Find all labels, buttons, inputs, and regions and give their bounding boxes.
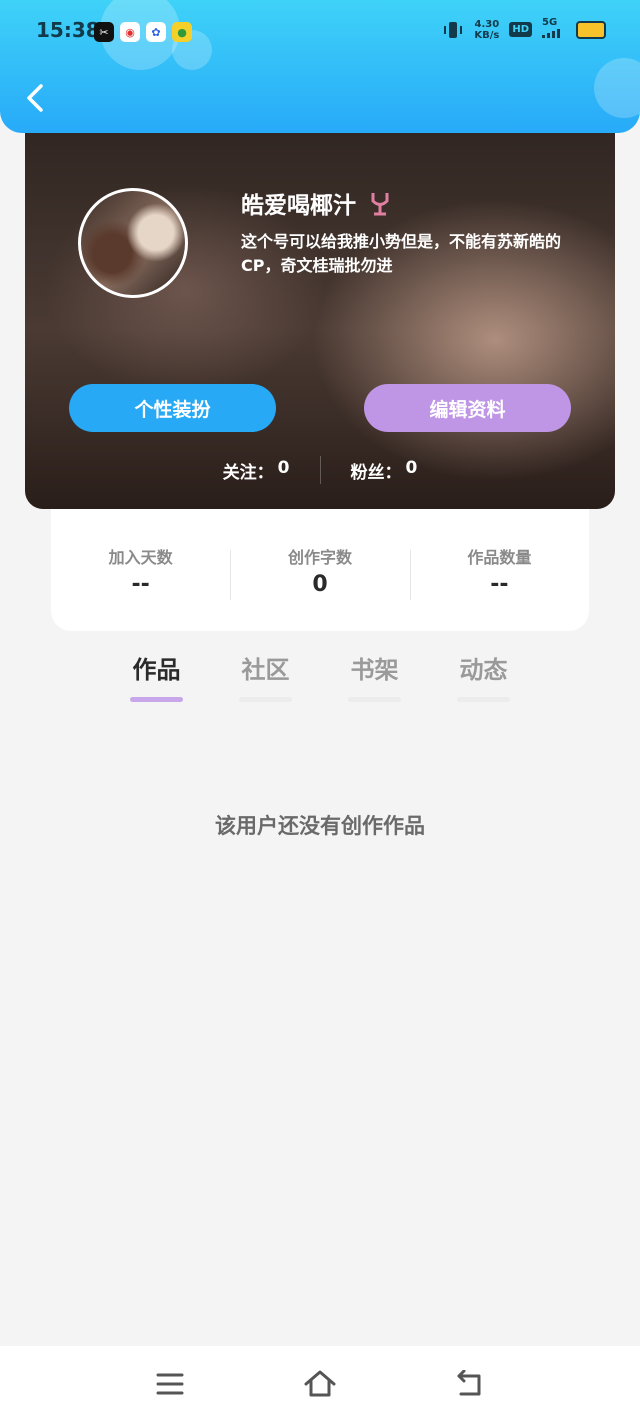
- back-button[interactable]: [20, 80, 50, 116]
- system-nav-bar: [0, 1346, 640, 1422]
- chevron-left-icon: [27, 84, 43, 112]
- username-row: 皓爱喝椰汁: [241, 186, 390, 220]
- following-count[interactable]: 关注： 0: [223, 458, 290, 483]
- capcut-app-icon: ✂: [94, 22, 114, 42]
- vibrate-icon: [444, 21, 463, 38]
- home-button[interactable]: [300, 1364, 340, 1404]
- dress-up-button[interactable]: 个性装扮: [69, 384, 276, 432]
- status-app-icons: ✂ ◉ ✿ ●: [94, 22, 192, 42]
- empty-state-message: 该用户还没有创作作品: [215, 814, 425, 838]
- follow-stats: 关注： 0 粉丝： 0: [25, 456, 615, 484]
- gender-badge-icon: [371, 193, 389, 216]
- signal-icon: 5G: [542, 18, 566, 41]
- baidu-app-icon: ✿: [146, 22, 166, 42]
- home-icon: [304, 1370, 336, 1397]
- username: 皓爱喝椰汁: [241, 193, 356, 219]
- stat-works-count: 作品数量 --: [409, 544, 589, 600]
- stat-join-days: 加入天数 --: [108, 547, 173, 597]
- tab-activity[interactable]: 动态: [457, 650, 510, 702]
- fruit-app-icon: ●: [172, 22, 192, 42]
- followers-count[interactable]: 粉丝： 0: [351, 458, 418, 483]
- tab-indicator: [457, 697, 510, 702]
- status-time: 15:38: [36, 18, 100, 42]
- hd-badge: HD: [509, 22, 532, 37]
- tab-indicator: [130, 697, 183, 702]
- content-tabs: 作品 社区 书架 动态: [130, 650, 510, 702]
- stat-word-count: 创作字数 0: [230, 544, 409, 600]
- stats-card: 加入天数 -- 创作字数 0 作品数量 --: [51, 509, 589, 631]
- edit-profile-button[interactable]: 编辑资料: [364, 384, 571, 432]
- menu-icon: [156, 1373, 184, 1395]
- tab-indicator: [348, 697, 401, 702]
- tab-indicator: [239, 697, 292, 702]
- profile-card: 皓爱喝椰汁 这个号可以给我推小势但是，不能有苏新皓的CP，奇文桂瑞批勿进 个性装…: [25, 110, 615, 509]
- net-speed: 4.30 KB/s: [474, 18, 500, 41]
- divider: [319, 456, 321, 484]
- tab-bookshelf[interactable]: 书架: [348, 650, 401, 702]
- back-nav-button[interactable]: [450, 1364, 490, 1404]
- decor-bubble: [594, 58, 640, 118]
- back-arrow-icon: [457, 1370, 481, 1396]
- avatar[interactable]: [78, 188, 188, 298]
- weibo-app-icon: ◉: [120, 22, 140, 42]
- tab-community[interactable]: 社区: [239, 650, 292, 702]
- battery-icon: [576, 20, 606, 39]
- header-bar: 15:38 ✂ ◉ ✿ ● 4.30 KB/s HD 5G: [0, 0, 640, 133]
- menu-button[interactable]: [150, 1364, 190, 1404]
- tab-works[interactable]: 作品: [130, 650, 183, 702]
- status-right-icons: 4.30 KB/s HD 5G: [442, 18, 606, 41]
- user-bio: 这个号可以给我推小势但是，不能有苏新皓的CP，奇文桂瑞批勿进: [241, 232, 562, 275]
